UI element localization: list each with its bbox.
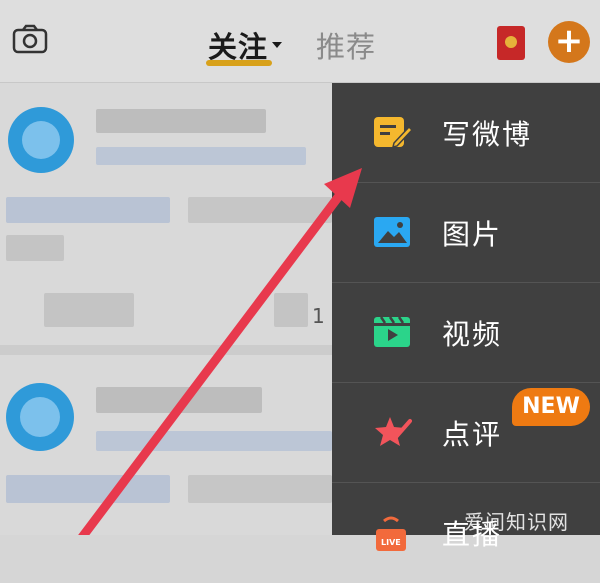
- menu-item-compose[interactable]: 写微博: [332, 83, 600, 183]
- content-blur: [188, 197, 332, 223]
- coin-icon: [505, 36, 517, 48]
- tab-follow-label: 关注: [208, 30, 269, 64]
- compose-icon: [374, 117, 412, 149]
- content-blur: [6, 235, 64, 261]
- add-post-button[interactable]: +: [548, 21, 590, 63]
- feed-divider: [0, 345, 332, 355]
- menu-item-video[interactable]: 视频: [332, 283, 600, 383]
- menu-item-image[interactable]: 图片: [332, 183, 600, 283]
- svg-text:LIVE: LIVE: [381, 538, 401, 547]
- chevron-down-icon: [272, 42, 283, 48]
- menu-item-label: 点评: [442, 418, 503, 451]
- watermark-text: 爱问知识网: [464, 510, 569, 534]
- avatar[interactable]: [6, 383, 74, 451]
- menu-item-label: 写微博: [442, 118, 533, 151]
- username-blur: [96, 387, 262, 413]
- meta-blur: [96, 147, 306, 165]
- top-bar: 关注 推荐 +: [0, 0, 600, 83]
- avatar[interactable]: [8, 107, 74, 173]
- tab-recommend[interactable]: 推荐: [316, 24, 376, 66]
- like-count: 1: [312, 304, 325, 328]
- image-icon: [374, 217, 410, 247]
- menu-item-label: 图片: [442, 218, 503, 251]
- content-blur: [6, 197, 170, 223]
- video-icon: [374, 316, 410, 347]
- action-blur[interactable]: [44, 293, 134, 327]
- active-tab-indicator: [206, 60, 272, 66]
- camera-icon[interactable]: [12, 24, 48, 54]
- feed-list: 1: [0, 83, 332, 535]
- weibo-home-screen: 关注 推荐 + 1 写微博 图片 视频 点评 LIVE 直播 NEW 爱问知识网: [0, 0, 600, 551]
- content-blur: [6, 475, 170, 503]
- new-badge: NEW: [512, 388, 590, 426]
- username-blur: [96, 109, 266, 133]
- content-blur: [188, 475, 332, 503]
- live-icon: LIVE: [376, 516, 406, 551]
- create-menu: 写微博 图片 视频 点评 LIVE 直播: [332, 83, 600, 551]
- action-blur[interactable]: [274, 293, 308, 327]
- red-packet-icon[interactable]: [497, 26, 525, 60]
- menu-item-label: 视频: [442, 318, 503, 351]
- review-star-icon: [375, 417, 412, 446]
- meta-blur: [96, 431, 332, 451]
